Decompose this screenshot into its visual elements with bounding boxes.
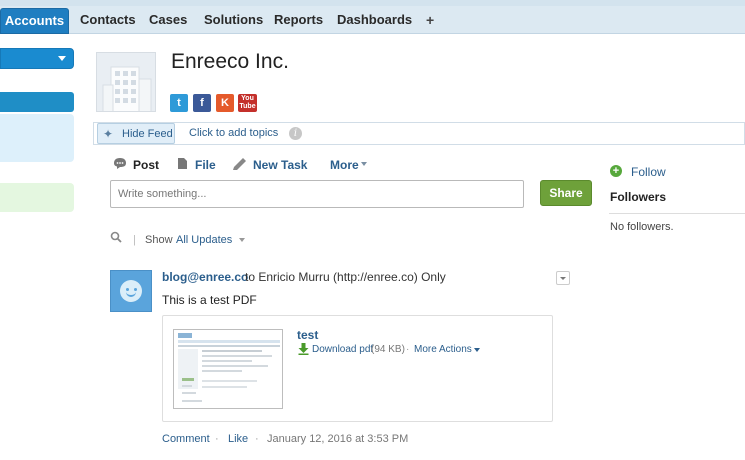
separator-dot: · [215, 433, 219, 445]
document-preview-svg [178, 333, 280, 402]
pdf-thumbnail[interactable] [173, 329, 283, 409]
youtube-icon[interactable]: You Tube [238, 94, 257, 112]
show-label: Show [145, 234, 173, 246]
tab-reports[interactable]: Reports [274, 8, 323, 34]
plus-icon[interactable]: + [610, 165, 622, 177]
chat-bubble-svg [114, 158, 126, 169]
company-building-image [96, 52, 156, 112]
info-icon[interactable]: i [289, 127, 302, 140]
twitter-icon[interactable]: t [170, 94, 188, 112]
add-tab-icon[interactable]: + [426, 8, 434, 34]
comment-link[interactable]: Comment [162, 433, 210, 445]
tab-contacts[interactable]: Contacts [80, 8, 136, 34]
separator-dot: · [255, 433, 259, 445]
top-nav-strip [0, 0, 745, 6]
hide-feed-label[interactable]: Hide Feed [122, 128, 173, 140]
youtube-icon-top: You [241, 95, 254, 102]
youtube-icon-bottom: Tube [239, 103, 256, 110]
follow-link[interactable]: Follow [631, 165, 666, 179]
publisher-file-tab[interactable]: File [195, 158, 216, 172]
avatar-eye-right [134, 288, 137, 291]
post-timestamp[interactable]: January 12, 2016 at 3:53 PM [267, 433, 408, 445]
klout-icon[interactable]: K [216, 94, 234, 112]
avatar-eye-left [126, 288, 129, 291]
sidebar-section-panel [0, 114, 74, 162]
smiley-icon [120, 280, 142, 302]
no-followers-text: No followers. [610, 221, 674, 233]
search-svg [110, 231, 122, 243]
feed-filter-select[interactable]: All Updates [176, 234, 232, 246]
chat-bubble-icon [113, 157, 127, 173]
tab-accounts[interactable]: Accounts [0, 8, 69, 34]
publisher-post-tab[interactable]: Post [133, 158, 159, 172]
sidebar-green-panel [0, 183, 74, 212]
search-icon[interactable] [110, 231, 122, 246]
tab-solutions[interactable]: Solutions [204, 8, 263, 34]
share-button[interactable]: Share [540, 180, 592, 206]
post-input-placeholder: Write something... [118, 188, 207, 200]
more-actions-menu[interactable]: More Actions [414, 344, 472, 355]
download-icon [298, 343, 309, 358]
filter-separator: | [133, 234, 136, 246]
pulse-icon: ✦ [103, 127, 114, 141]
task-icon [232, 157, 247, 173]
chevron-down-icon [361, 162, 367, 166]
task-svg [233, 158, 246, 170]
chevron-down-icon[interactable] [239, 238, 245, 242]
attachment-title-link[interactable]: test [297, 328, 318, 342]
file-icon [177, 157, 188, 173]
add-topics-link[interactable]: Click to add topics [189, 127, 278, 139]
file-size: (94 KB) [371, 344, 405, 355]
tab-dashboards[interactable]: Dashboards [337, 8, 412, 34]
chevron-down-icon [560, 277, 566, 280]
sidebar-section-header [0, 92, 74, 112]
building-icon [102, 66, 152, 111]
chevron-down-icon [58, 56, 66, 61]
download-svg [298, 343, 309, 355]
sidebar-dropdown[interactable] [0, 48, 74, 69]
publisher-more-menu[interactable]: More [330, 158, 359, 172]
separator-dot: · [406, 344, 410, 355]
file-svg [178, 158, 187, 169]
post-author-link[interactable]: blog@enree.co [162, 270, 248, 284]
download-pdf-link[interactable]: Download pdf [312, 344, 373, 355]
post-body: This is a test PDF [162, 293, 257, 307]
divider [609, 213, 745, 214]
page-title: Enreeco Inc. [171, 50, 289, 73]
tab-cases[interactable]: Cases [149, 8, 187, 34]
publisher-new-task-tab[interactable]: New Task [253, 158, 307, 172]
like-link[interactable]: Like [228, 433, 248, 445]
post-audience: to Enricio Murru (http://enree.co) Only [245, 270, 446, 284]
facebook-icon[interactable]: f [193, 94, 211, 112]
followers-heading: Followers [610, 190, 667, 204]
chevron-down-icon [474, 348, 480, 352]
